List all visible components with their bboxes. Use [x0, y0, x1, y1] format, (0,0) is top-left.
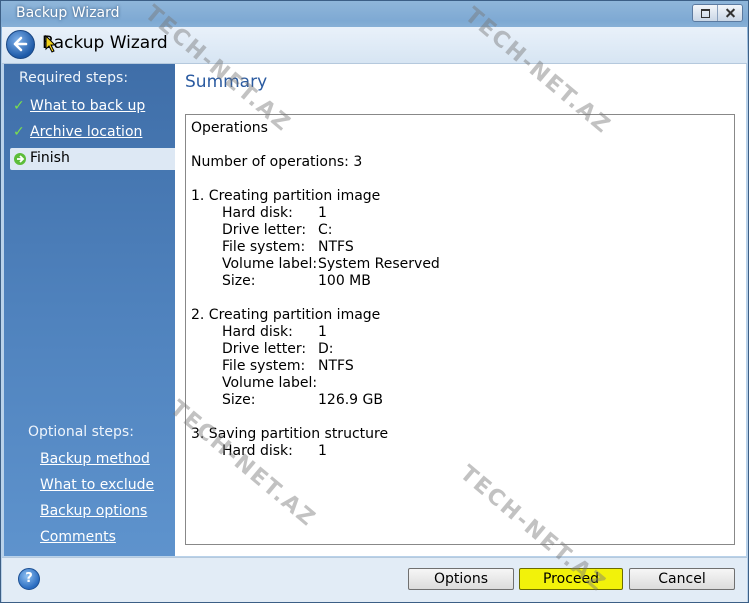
detail-label: Size:	[222, 392, 256, 408]
detail-value: 1	[318, 443, 327, 459]
back-arrow-icon	[13, 36, 28, 52]
summary-text-area[interactable]: Operations Number of operations: 3 1. Cr…	[185, 114, 735, 545]
title-bar[interactable]: Backup Wizard	[1, 1, 748, 27]
header-bar: Backup Wizard	[2, 27, 747, 64]
operations-count: Number of operations: 3	[191, 154, 363, 170]
optional-steps-heading: Optional steps:	[28, 424, 134, 440]
detail-value: 100 MB	[318, 273, 371, 289]
detail-label: Size:	[222, 273, 256, 289]
sidebar-link-what-to-exclude[interactable]: What to exclude	[40, 477, 154, 493]
restore-button[interactable]	[693, 5, 718, 21]
detail-value: NTFS	[318, 358, 354, 374]
summary-title: Summary	[185, 72, 268, 92]
detail-label: File system:	[222, 239, 306, 255]
sidebar-item-what-to-back-up[interactable]: ✓ What to back up	[10, 96, 173, 118]
detail-label: File system:	[222, 358, 306, 374]
detail-label: Hard disk:	[222, 324, 293, 340]
detail-label: Hard disk:	[222, 443, 293, 459]
page-title: Backup Wizard	[42, 33, 168, 53]
sidebar-item-label[interactable]: Archive location	[30, 124, 142, 140]
detail-value: 126.9 GB	[318, 392, 383, 408]
options-button[interactable]: Options	[408, 568, 514, 590]
sidebar-item-finish[interactable]: Finish	[10, 148, 178, 170]
backup-wizard-window: Backup Wizard Backup Wizard Required ste…	[0, 0, 749, 603]
sidebar-link-comments[interactable]: Comments	[40, 529, 116, 545]
detail-value: C:	[318, 222, 333, 238]
window-title: Backup Wizard	[16, 5, 120, 21]
detail-label: Drive letter:	[222, 222, 307, 238]
back-button[interactable]	[6, 30, 35, 59]
detail-value: NTFS	[318, 239, 354, 255]
mouse-cursor-icon	[45, 35, 57, 53]
detail-label: Hard disk:	[222, 205, 293, 221]
help-icon[interactable]: ?	[18, 568, 40, 590]
sidebar-item-archive-location[interactable]: ✓ Archive location	[10, 122, 173, 144]
detail-value: D:	[318, 341, 334, 357]
main-content: Summary Operations Number of operations:…	[175, 64, 746, 556]
operations-heading: Operations	[191, 120, 268, 136]
steps-sidebar: Required steps: ✓ What to back up ✓ Arch…	[4, 64, 178, 556]
close-button[interactable]	[718, 5, 742, 21]
required-steps-heading: Required steps:	[19, 70, 129, 86]
sidebar-link-backup-options[interactable]: Backup options	[40, 503, 147, 519]
sidebar-item-label: Finish	[30, 150, 70, 166]
footer-bar: ? Options Proceed Cancel	[2, 557, 747, 602]
detail-value: 1	[318, 205, 327, 221]
proceed-button[interactable]: Proceed	[519, 568, 623, 590]
detail-value: System Reserved	[318, 256, 440, 272]
detail-label: Drive letter:	[222, 341, 307, 357]
operation-title: 1. Creating partition image	[191, 188, 381, 204]
current-step-arrow-icon	[14, 153, 26, 165]
checkmark-icon: ✓	[13, 124, 25, 140]
checkmark-icon: ✓	[13, 98, 25, 114]
window-controls	[692, 4, 743, 22]
cancel-button[interactable]: Cancel	[629, 568, 735, 590]
sidebar-link-backup-method[interactable]: Backup method	[40, 451, 150, 467]
detail-label: Volume label:	[222, 375, 318, 391]
detail-label: Volume label:	[222, 256, 318, 272]
operation-title: 2. Creating partition image	[191, 307, 381, 323]
sidebar-item-label[interactable]: What to back up	[30, 98, 145, 114]
operation-title: 3. Saving partition structure	[191, 426, 389, 442]
detail-value: 1	[318, 324, 327, 340]
